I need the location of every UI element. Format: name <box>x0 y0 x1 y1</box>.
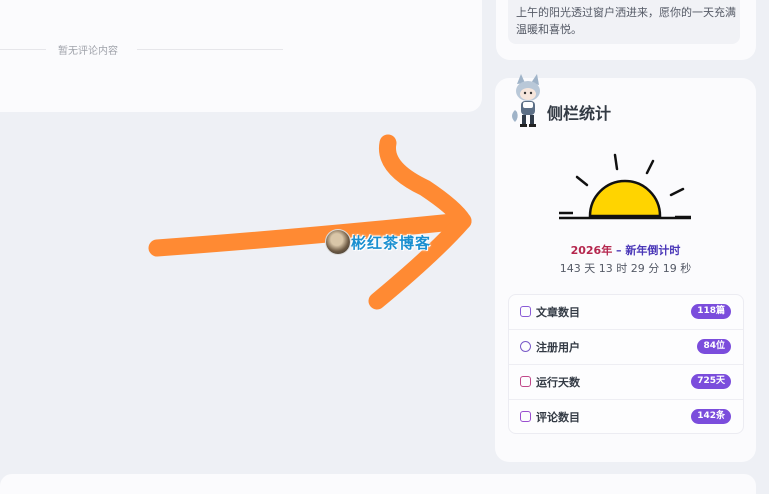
calendar-icon <box>520 376 531 387</box>
greeting-card: 上午的阳光透过窗户洒进来，愿你的一天充满温暖和喜悦。 <box>496 0 756 60</box>
stat-badge: 725天 <box>691 374 731 389</box>
blog-badge[interactable]: 彬红茶博客 <box>325 229 455 255</box>
stat-row-days: 运行天数 725天 <box>509 365 743 400</box>
mascot-icon <box>512 74 540 127</box>
stat-badge: 84位 <box>697 339 731 354</box>
stat-label: 评论数目 <box>536 411 580 424</box>
countdown-separator: – <box>612 244 626 257</box>
stat-badge: 118篇 <box>691 304 731 319</box>
stat-row-articles: 文章数目 118篇 <box>509 295 743 330</box>
countdown-year: 2026年 <box>570 244 613 257</box>
divider-right <box>137 49 283 50</box>
avatar <box>325 229 351 255</box>
sidebar-title: 侧栏统计 <box>547 104 612 123</box>
stat-row-users: 注册用户 84位 <box>509 330 743 365</box>
countdown-label: 新年倒计时 <box>625 244 681 257</box>
countdown-title: 2026年 – 新年倒计时 <box>495 242 756 258</box>
stat-label: 运行天数 <box>536 376 580 389</box>
countdown-time: 143 天 13 时 29 分 19 秒 <box>559 262 692 275</box>
user-icon <box>520 341 531 352</box>
bottom-card <box>0 474 756 494</box>
stat-label: 注册用户 <box>536 341 580 354</box>
comment-icon <box>520 411 531 422</box>
no-comments-text: 暂无评论内容 <box>58 46 118 57</box>
blog-name: 彬红茶博客 <box>351 234 432 252</box>
stats-list: 文章数目 118篇 注册用户 84位 运行天数 725天 评论数目 142条 <box>508 294 744 434</box>
arrow-icon <box>148 134 472 310</box>
sidebar-stats-card: 侧栏统计 2026年 – 新年倒计时 143 天 13 时 29 分 19 秒 … <box>495 74 756 462</box>
comments-card: 暂无评论内容 <box>0 0 482 112</box>
greeting-text: 上午的阳光透过窗户洒进来，愿你的一天充满温暖和喜悦。 <box>516 6 736 36</box>
stat-badge: 142条 <box>691 409 731 424</box>
article-icon <box>520 306 531 317</box>
divider-left <box>0 49 46 50</box>
stat-label: 文章数目 <box>536 306 580 319</box>
sunrise-icon <box>559 153 691 220</box>
greeting-box: 上午的阳光透过窗户洒进来，愿你的一天充满温暖和喜悦。 <box>508 0 740 44</box>
stat-row-comments: 评论数目 142条 <box>509 400 743 434</box>
